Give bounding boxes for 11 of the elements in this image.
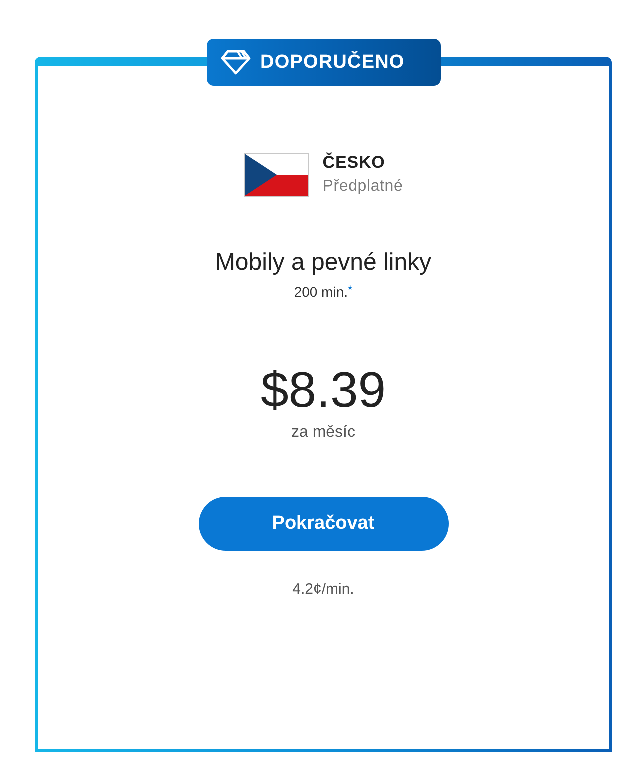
plan-type: Předplatné bbox=[322, 177, 404, 197]
recommended-badge: DOPORUČENO bbox=[206, 39, 440, 86]
offer-title: Mobily a pevné linky bbox=[215, 248, 432, 278]
price-amount: $8.39 bbox=[260, 361, 386, 419]
price-period: za měsíc bbox=[291, 423, 356, 443]
flag-icon bbox=[244, 153, 309, 197]
country-name: ČESKO bbox=[322, 153, 386, 173]
continue-button[interactable]: Pokračovat bbox=[198, 497, 448, 551]
rate-per-minute: 4.2¢/min. bbox=[292, 581, 354, 599]
diamond-icon bbox=[220, 50, 250, 75]
minutes-label: 200 min.$^{*}$ bbox=[294, 283, 353, 301]
